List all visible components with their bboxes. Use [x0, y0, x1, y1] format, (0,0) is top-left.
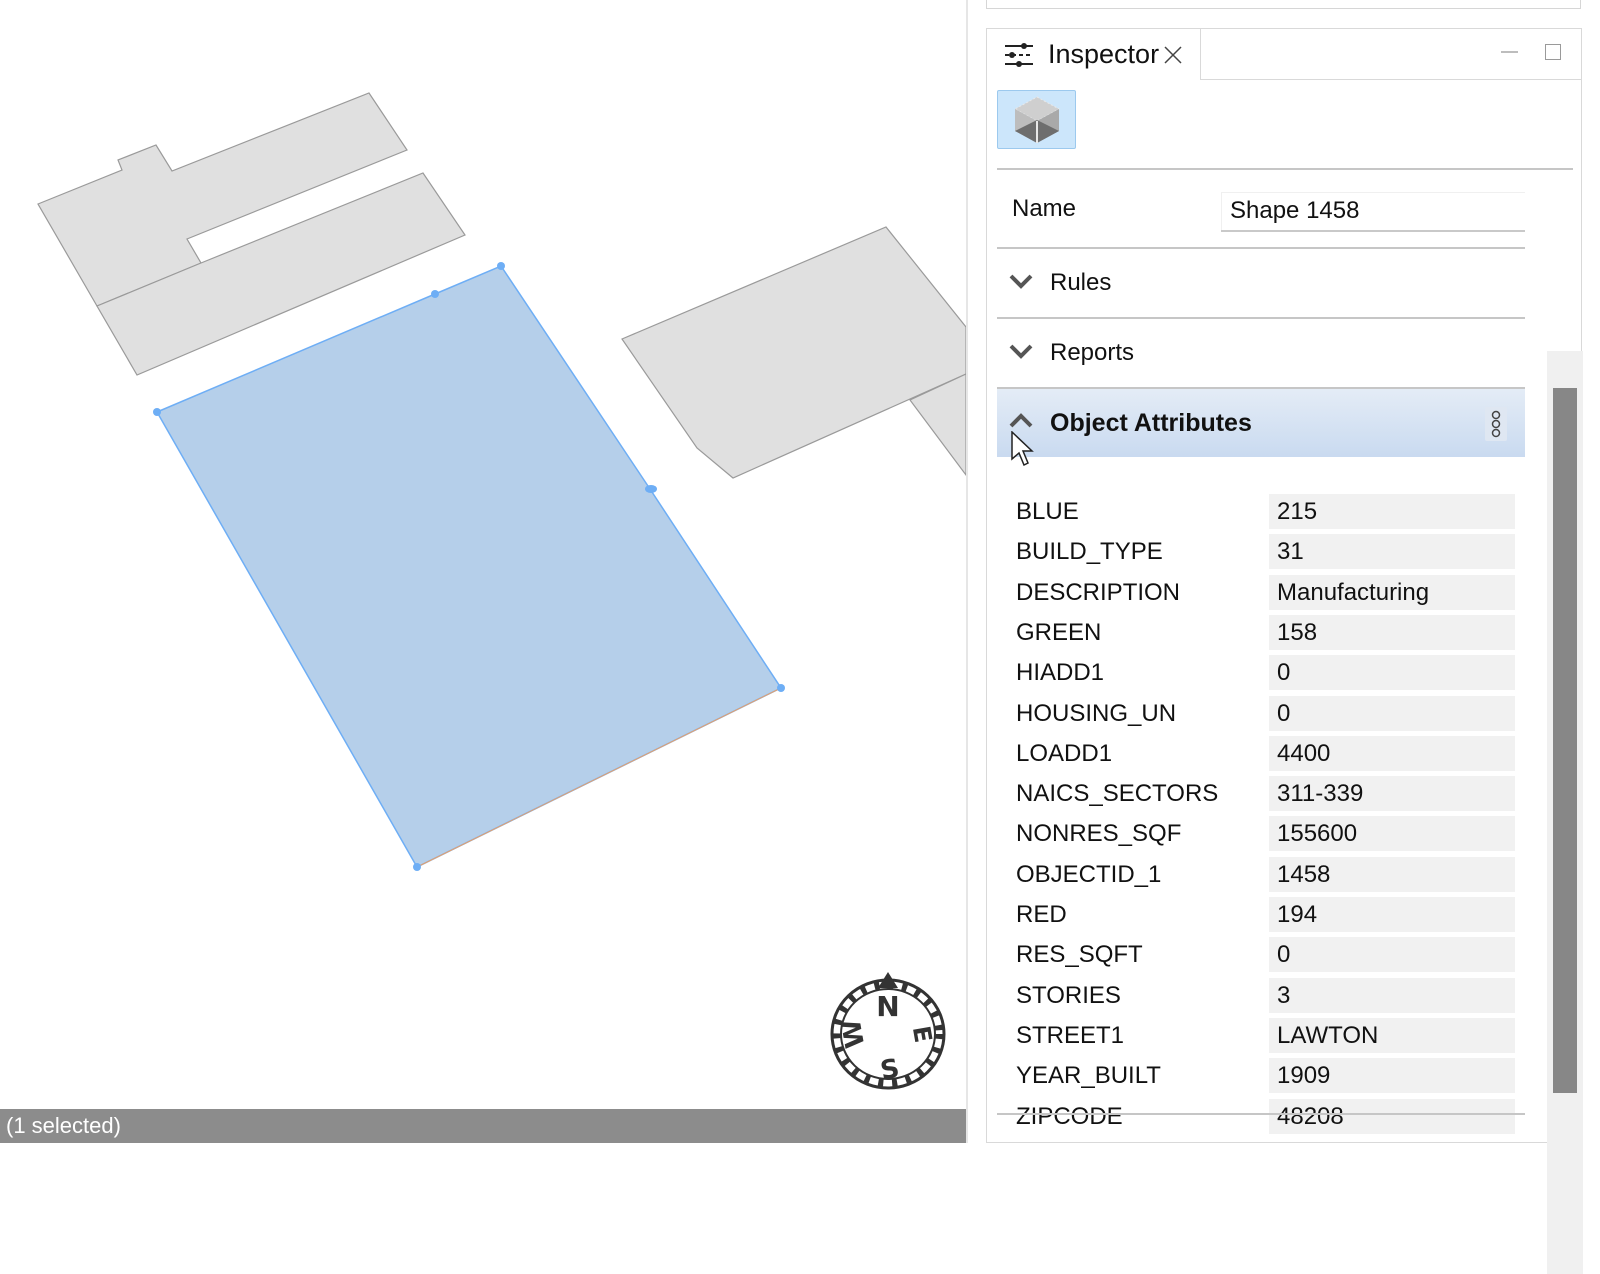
name-row: Name	[997, 189, 1525, 247]
attribute-key: RED	[1016, 901, 1067, 928]
attribute-value[interactable]: 1909	[1269, 1058, 1515, 1093]
vertex-handle[interactable]	[497, 262, 505, 270]
attribute-key: DESCRIPTION	[1016, 579, 1181, 606]
attribute-value[interactable]: 0	[1269, 937, 1515, 972]
attribute-row: YEAR_BUILT 1909	[997, 1058, 1525, 1093]
status-bar: (1 selected)	[0, 1109, 966, 1143]
attribute-key: LOADD1	[1016, 740, 1113, 767]
3d-viewport[interactable]: N E S W	[0, 0, 966, 1109]
attribute-key: STREET1	[1016, 1022, 1125, 1049]
attribute-row: RED 194	[997, 897, 1525, 932]
attribute-value[interactable]: 48208	[1269, 1099, 1515, 1134]
section-object-attributes[interactable]: Object Attributes	[997, 389, 1525, 457]
building-footprint[interactable]	[621, 226, 966, 479]
section-label: Object Attributes	[1050, 409, 1252, 437]
mouse-cursor-icon	[1011, 431, 1034, 467]
chevron-down-icon	[1009, 344, 1033, 359]
minimize-icon[interactable]	[1501, 51, 1518, 53]
attribute-key: GREEN	[1016, 619, 1102, 646]
attribute-key: NAICS_SECTORS	[1016, 780, 1219, 807]
attribute-row: BUILD_TYPE 31	[997, 534, 1525, 569]
tab-inspector[interactable]: Inspector	[987, 29, 1201, 80]
attribute-key: NONRES_SQF	[1016, 820, 1182, 847]
attribute-row: DESCRIPTION Manufacturing	[997, 575, 1525, 610]
attribute-value[interactable]: 4400	[1269, 736, 1515, 771]
attribute-key: HIADD1	[1016, 659, 1105, 686]
cube-icon	[1014, 96, 1060, 143]
attribute-row: HOUSING_UN 0	[997, 696, 1525, 731]
scrollbar-thumb[interactable]	[1553, 388, 1577, 1093]
attribute-row: STREET1 LAWTON	[997, 1018, 1525, 1053]
attribute-key: YEAR_BUILT	[1016, 1062, 1161, 1089]
section-label: Rules	[1050, 269, 1112, 296]
scrollbar[interactable]	[1547, 351, 1583, 1274]
attribute-row: NONRES_SQF 155600	[997, 816, 1525, 851]
attribute-key: BUILD_TYPE	[1016, 538, 1163, 565]
section-label: Reports	[1050, 339, 1135, 366]
attribute-key: RES_SQFT	[1016, 941, 1143, 968]
section-reports[interactable]: Reports	[997, 319, 1525, 387]
attribute-value[interactable]: 0	[1269, 696, 1515, 731]
attribute-value[interactable]: LAWTON	[1269, 1018, 1515, 1053]
attribute-row: STORIES 3	[997, 978, 1525, 1013]
attribute-value[interactable]: 158	[1269, 615, 1515, 650]
attribute-row: HIADD1 0	[997, 655, 1525, 690]
vertex-handle[interactable]	[413, 863, 421, 871]
chevron-up-icon	[1009, 413, 1033, 428]
attribute-row: NAICS_SECTORS 311-339	[997, 776, 1525, 811]
attribute-row: LOADD1 4400	[997, 736, 1525, 771]
kebab-menu-icon	[1491, 410, 1501, 438]
attribute-row: GREEN 158	[997, 615, 1525, 650]
inspector-panel: Inspector Name Rules	[986, 28, 1583, 1274]
divider	[997, 168, 1573, 170]
attribute-key: OBJECTID_1	[1016, 861, 1162, 888]
attribute-value[interactable]: 194	[1269, 897, 1515, 932]
attribute-row: RES_SQFT 0	[997, 937, 1525, 972]
attribute-value[interactable]: 311-339	[1269, 776, 1515, 811]
name-input[interactable]	[1221, 192, 1525, 232]
tab-bar-divider	[1201, 79, 1581, 80]
chevron-down-icon	[1009, 274, 1033, 289]
attribute-key: HOUSING_UN	[1016, 700, 1177, 727]
object-type-button[interactable]	[997, 90, 1076, 149]
more-options-button[interactable]	[1485, 407, 1507, 441]
tab-title: Inspector	[1048, 39, 1160, 69]
attribute-key: ZIPCODE	[1016, 1103, 1123, 1130]
selection-status: (1 selected)	[6, 1113, 121, 1138]
attribute-row: OBJECTID_1 1458	[997, 857, 1525, 892]
name-label: Name	[1012, 195, 1077, 222]
attribute-value[interactable]: 155600	[1269, 816, 1515, 851]
vertex-handle[interactable]	[431, 290, 439, 298]
scene-canvas[interactable]	[0, 0, 966, 1109]
attribute-value[interactable]: 31	[1269, 534, 1515, 569]
attribute-value[interactable]: 0	[1269, 655, 1515, 690]
sliders-icon	[1005, 43, 1033, 67]
vertex-handle[interactable]	[645, 485, 657, 493]
attribute-value[interactable]: 1458	[1269, 857, 1515, 892]
attribute-value[interactable]: Manufacturing	[1269, 575, 1515, 610]
compass-icon[interactable]: N E S W	[828, 972, 948, 1090]
upper-panel	[986, 0, 1581, 9]
panel-splitter[interactable]	[966, 0, 968, 1143]
attribute-key: BLUE	[1016, 498, 1079, 525]
vertex-handle[interactable]	[153, 408, 161, 416]
divider	[997, 1113, 1525, 1115]
vertex-handle[interactable]	[777, 684, 785, 692]
compass-west: W	[837, 1017, 872, 1050]
compass-north: N	[876, 990, 899, 1023]
tab-bar: Inspector	[987, 29, 1581, 80]
attribute-row: ZIPCODE 48208	[997, 1099, 1525, 1134]
attribute-key: STORIES	[1016, 982, 1121, 1009]
attribute-value[interactable]: 215	[1269, 494, 1515, 529]
attribute-row: BLUE 215	[997, 494, 1525, 529]
attribute-value[interactable]: 3	[1269, 978, 1515, 1013]
maximize-icon[interactable]	[1545, 44, 1561, 60]
section-rules[interactable]: Rules	[997, 249, 1525, 317]
close-icon[interactable]	[1164, 46, 1182, 64]
